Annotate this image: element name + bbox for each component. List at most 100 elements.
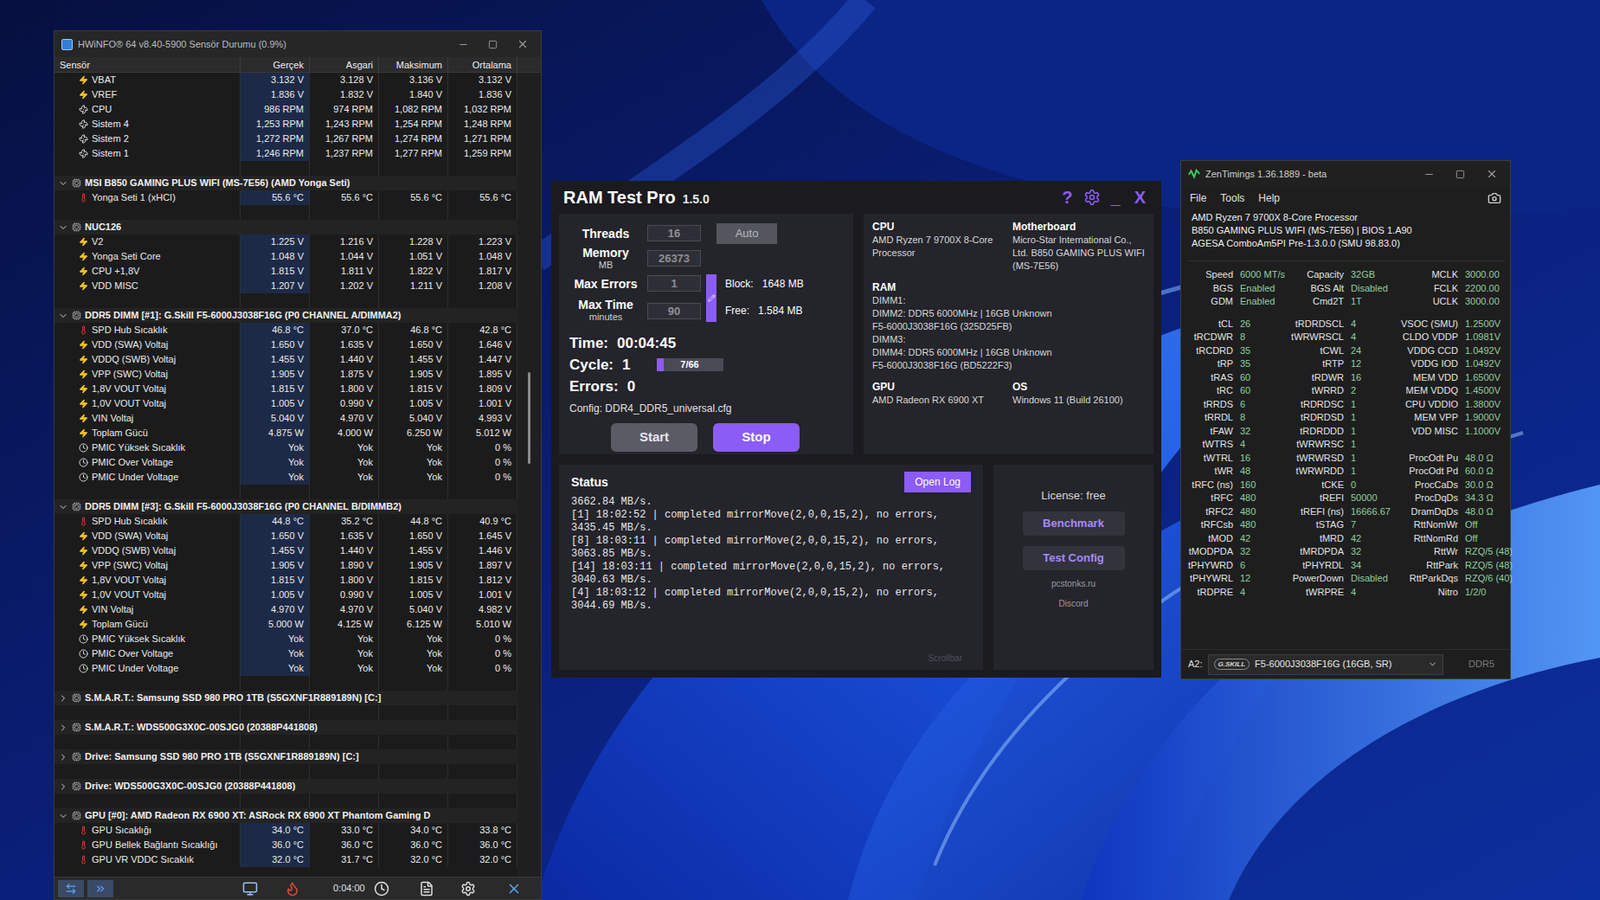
setting-input[interactable]: 90 bbox=[647, 302, 701, 320]
sensor-row[interactable]: V21.225 V1.216 V1.228 V1.223 V bbox=[54, 234, 518, 250]
collapsed-chevron-icon[interactable] bbox=[57, 781, 69, 792]
sensor-group-row[interactable]: DDR5 DIMM [#3]: G.Skill F5-6000J3038F16G… bbox=[54, 499, 518, 515]
expanded-chevron-icon[interactable] bbox=[57, 810, 69, 822]
screenshot-icon[interactable] bbox=[1487, 191, 1502, 206]
sensor-group-row[interactable]: S.M.A.R.T.: Samsung SSD 980 PRO 1TB (S5G… bbox=[54, 690, 518, 706]
link[interactable]: Discord bbox=[1059, 597, 1089, 611]
test-config-button[interactable]: Test Config bbox=[1022, 546, 1125, 571]
scrollbar-thumb[interactable] bbox=[527, 372, 531, 464]
sensor-row[interactable]: VDD MISC1.207 V1.202 V1.211 V1.208 V bbox=[54, 278, 518, 294]
menu-item[interactable]: Tools bbox=[1220, 190, 1245, 206]
title-bar[interactable]: RAM Test Pro1.5.0?_X bbox=[551, 180, 1162, 214]
sensor-row[interactable]: CPU986 RPM974 RPM1,082 RPM1,032 RPM bbox=[54, 102, 518, 117]
nav-button[interactable] bbox=[87, 880, 114, 898]
sensor-row[interactable]: 1,0V VOUT Voltaj1.005 V0.990 V1.005 V1.0… bbox=[54, 396, 518, 412]
sensor-row[interactable]: Yonga Seti Core1.048 V1.044 V1.051 V1.04… bbox=[54, 249, 518, 264]
sensor-row[interactable]: PMIC Yüksek SıcaklıkYokYokYok0 % bbox=[54, 440, 518, 456]
sensor-row[interactable]: 1,0V VOUT Voltaj1.005 V0.990 V1.005 V1.0… bbox=[54, 587, 518, 603]
sensor-row[interactable]: Sistem 41,253 RPM1,243 RPM1,254 RPM1,248… bbox=[54, 116, 518, 132]
auto-button[interactable]: Auto bbox=[716, 223, 778, 245]
collapsed-chevron-icon[interactable] bbox=[57, 751, 69, 763]
sensor-group-row[interactable]: S.M.A.R.T.: WDS500G3X0C-00SJG0 (20388P44… bbox=[54, 719, 518, 735]
collapsed-chevron-icon[interactable] bbox=[57, 693, 69, 704]
sensor-row[interactable]: VPP (SWC) Voltaj1.905 V1.890 V1.905 V1.8… bbox=[54, 558, 518, 573]
help-button[interactable]: ? bbox=[1058, 184, 1076, 211]
sensor-row[interactable]: SPD Hub Sıcaklık44.8 °C35.2 °C44.8 °C40.… bbox=[54, 514, 518, 529]
column-header[interactable]: Ortalama bbox=[448, 57, 518, 73]
sensor-row[interactable]: Toplam Gücü5.000 W4.125 W6.125 W5.010 W bbox=[54, 616, 518, 632]
ramtest-window[interactable]: RAM Test Pro1.5.0?_XThreads16MemoryMB263… bbox=[551, 180, 1162, 678]
menu-item[interactable]: File bbox=[1189, 190, 1207, 206]
maximize-icon[interactable] bbox=[488, 39, 498, 50]
settings-gear-icon[interactable] bbox=[1083, 188, 1101, 206]
sensor-row[interactable]: GPU Sıcaklığı34.0 °C33.0 °C34.0 °C33.8 °… bbox=[54, 822, 518, 838]
sensor-row[interactable]: GPU VR VDDC Sıcaklık32.0 °C31.7 °C32.0 °… bbox=[54, 852, 518, 868]
sensor-row[interactable]: SPD Hub Sıcaklık46.8 °C37.0 °C46.8 °C42.… bbox=[54, 322, 518, 338]
sensor-row[interactable]: VDD (SWA) Voltaj1.650 V1.635 V1.650 V1.6… bbox=[54, 337, 518, 353]
sensor-row[interactable]: VDD (SWA) Voltaj1.650 V1.635 V1.650 V1.6… bbox=[54, 528, 518, 544]
sensor-row[interactable]: CPU +1,8V1.815 V1.811 V1.822 V1.817 V bbox=[54, 263, 518, 279]
expanded-chevron-icon[interactable] bbox=[57, 310, 69, 322]
sensor-row[interactable]: VBAT3.132 V3.128 V3.136 V3.132 V bbox=[54, 72, 518, 88]
menu-item[interactable]: Help bbox=[1258, 190, 1280, 206]
sensor-row[interactable]: Sistem 11,246 RPM1,237 RPM1,277 RPM1,259… bbox=[54, 146, 518, 161]
setting-input[interactable]: 16 bbox=[647, 224, 701, 242]
clock-icon[interactable] bbox=[373, 880, 390, 897]
scrollbar[interactable] bbox=[517, 72, 541, 877]
column-header[interactable]: Asgari bbox=[309, 57, 380, 73]
column-header[interactable]: Gerçek bbox=[240, 57, 310, 73]
minimize-icon[interactable] bbox=[1423, 168, 1435, 180]
scrollbar-label[interactable]: Scrollbar bbox=[928, 651, 971, 665]
sensor-row[interactable]: PMIC Yüksek SıcaklıkYokYokYok0 % bbox=[54, 631, 518, 647]
setting-input[interactable]: 26373 bbox=[647, 250, 701, 267]
setting-input[interactable]: 1 bbox=[647, 275, 701, 292]
sensor-row[interactable]: VIN Voltaj4.970 V4.970 V5.040 V4.982 V bbox=[54, 602, 518, 617]
link[interactable]: pcstonks.ru bbox=[1051, 577, 1096, 591]
column-header[interactable]: Sensör bbox=[54, 57, 241, 73]
sensor-row[interactable]: Yonga Seti 1 (xHCI)55.6 °C55.6 °C55.6 °C… bbox=[54, 190, 518, 206]
sensor-row[interactable]: PMIC Under VoltageYokYokYok0 % bbox=[54, 469, 518, 485]
close-icon[interactable] bbox=[505, 880, 523, 897]
sensor-group-row[interactable]: Drive: WDS500G3X0C-00SJG0 (20388P441808) bbox=[54, 778, 518, 794]
start-button[interactable]: Start bbox=[610, 423, 698, 452]
sensor-row[interactable]: GPU Bellek Bağlantı Sıcaklığı36.0 °C36.0… bbox=[54, 837, 518, 853]
close-icon[interactable] bbox=[516, 38, 529, 51]
sensor-row[interactable]: VDDQ (SWB) Voltaj1.455 V1.440 V1.455 V1.… bbox=[54, 543, 518, 559]
settings-icon[interactable] bbox=[460, 880, 476, 897]
sensor-row[interactable]: VPP (SWC) Voltaj1.905 V1.875 V1.905 V1.8… bbox=[54, 366, 518, 382]
sensor-group-row[interactable]: NUC126 bbox=[54, 219, 518, 235]
stop-button[interactable]: Stop bbox=[713, 423, 800, 452]
title-bar[interactable]: HWiNFO® 64 v8.40-5900 Sensör Durumu (0.9… bbox=[54, 31, 541, 58]
sensor-row[interactable]: Toplam Gücü4.875 W4.000 W6.250 W5.012 W bbox=[54, 425, 518, 441]
title-bar[interactable]: ZenTimings 1.36.1889 - beta bbox=[1181, 160, 1511, 187]
sensor-row[interactable]: PMIC Over VoltageYokYokYok0 % bbox=[54, 455, 518, 470]
maximize-icon[interactable] bbox=[1455, 169, 1466, 180]
hwinfo-window[interactable]: HWiNFO® 64 v8.40-5900 Sensör Durumu (0.9… bbox=[53, 30, 542, 900]
column-header[interactable]: Maksimum bbox=[379, 57, 449, 73]
nav-button[interactable] bbox=[57, 880, 84, 898]
edit-limits-button[interactable] bbox=[706, 274, 717, 322]
monitor-icon[interactable] bbox=[241, 880, 259, 897]
flame-icon[interactable] bbox=[284, 880, 301, 897]
minimize-button[interactable]: _ bbox=[1107, 188, 1125, 206]
sensor-row[interactable]: VDDQ (SWB) Voltaj1.455 V1.440 V1.455 V1.… bbox=[54, 352, 518, 367]
module-select[interactable]: G.SKILLF5-6000J3038F16G (16GB, SR) bbox=[1208, 654, 1444, 675]
open-log-button[interactable]: Open Log bbox=[904, 471, 971, 493]
close-icon[interactable] bbox=[1485, 167, 1498, 180]
sensor-group-row[interactable]: Drive: Samsung SSD 980 PRO 1TB (S5GXNF1R… bbox=[54, 749, 518, 765]
zentimings-window[interactable]: ZenTimings 1.36.1889 - beta File Tools Help… bbox=[1180, 160, 1511, 680]
sensor-group-row[interactable]: DDR5 DIMM [#1]: G.Skill F5-6000J3038F16G… bbox=[54, 308, 518, 323]
report-icon[interactable] bbox=[418, 880, 435, 897]
benchmark-button[interactable]: Benchmark bbox=[1022, 511, 1125, 536]
sensor-row[interactable]: PMIC Under VoltageYokYokYok0 % bbox=[54, 661, 518, 676]
sensor-group-row[interactable]: MSI B850 GAMING PLUS WIFI (MS-7E56) (AMD… bbox=[54, 175, 518, 191]
minimize-icon[interactable] bbox=[457, 38, 470, 51]
sensor-row[interactable]: PMIC Over VoltageYokYokYok0 % bbox=[54, 646, 518, 662]
sensor-row[interactable]: 1,8V VOUT Voltaj1.815 V1.800 V1.815 V1.8… bbox=[54, 381, 518, 397]
sensor-row[interactable]: Sistem 21,272 RPM1,267 RPM1,274 RPM1,271… bbox=[54, 131, 518, 147]
collapsed-chevron-icon[interactable] bbox=[57, 722, 69, 733]
sensor-group-row[interactable]: GPU [#0]: AMD Radeon RX 6900 XT: ASRock … bbox=[54, 808, 518, 823]
expanded-chevron-icon[interactable] bbox=[57, 501, 69, 513]
expanded-chevron-icon[interactable] bbox=[57, 178, 69, 189]
sensor-row[interactable]: VIN Voltaj5.040 V4.970 V5.040 V4.993 V bbox=[54, 411, 518, 426]
